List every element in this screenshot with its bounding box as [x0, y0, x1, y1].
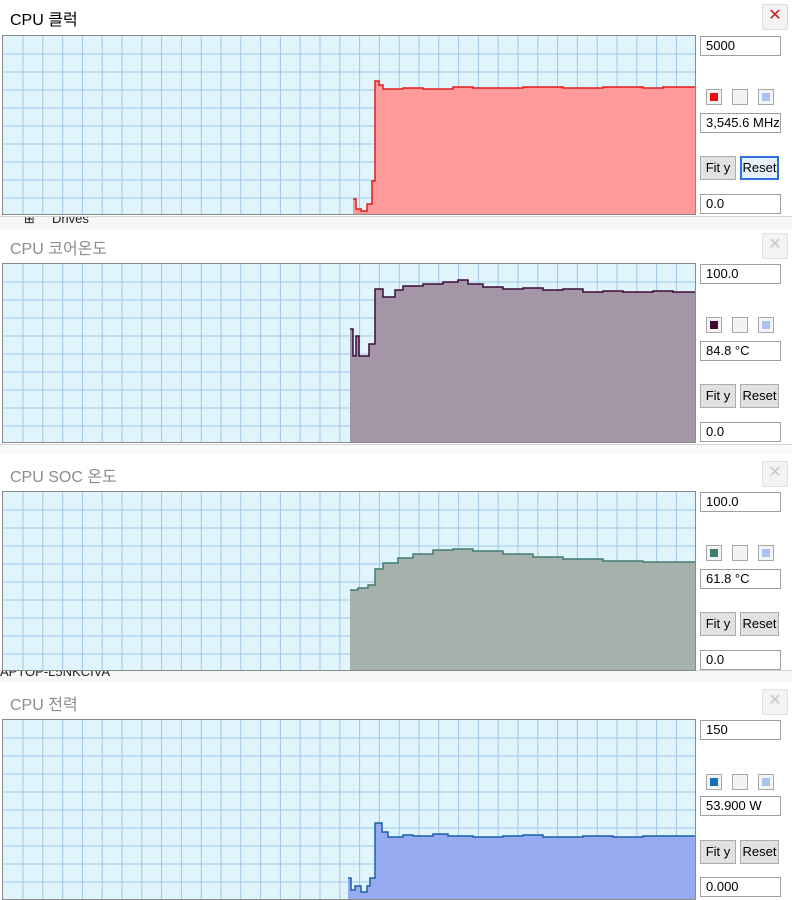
- panel-title: CPU 클럭: [10, 12, 78, 29]
- background-color-swatch[interactable]: [758, 89, 774, 105]
- current-value-field[interactable]: 61.8 °C: [700, 569, 781, 589]
- series-color-swatch[interactable]: [706, 89, 722, 105]
- min-value-field[interactable]: 0.0: [700, 650, 781, 670]
- fill-color-swatch[interactable]: [732, 89, 748, 105]
- panel-title: CPU 전력: [10, 697, 78, 714]
- background-tree-strip: ⊞ Drives: [0, 216, 792, 230]
- close-icon[interactable]: ✕: [762, 689, 788, 715]
- drives-tree-label: Drives: [52, 216, 89, 226]
- series-color-swatch[interactable]: [706, 545, 722, 561]
- max-value-field[interactable]: 150: [700, 720, 781, 740]
- min-value-field[interactable]: 0.0: [700, 194, 781, 214]
- close-icon[interactable]: ✕: [762, 4, 788, 30]
- current-value-field[interactable]: 53.900 W: [700, 796, 781, 816]
- close-icon[interactable]: ✕: [762, 233, 788, 259]
- cpu-power-panel: CPU 전력 ✕ 150 53.900 W Fit y Reset 0.000: [0, 685, 792, 900]
- graph-svg: [3, 264, 695, 442]
- panel-title: CPU 코어온도: [10, 241, 108, 258]
- panel-titlebar[interactable]: CPU SOC 온도 ✕: [0, 457, 792, 489]
- series-color-swatch[interactable]: [706, 774, 722, 790]
- reset-button[interactable]: Reset: [740, 156, 779, 180]
- cpu-soc-temp-panel: CPU SOC 온도 ✕ 100.0 61.8 °C Fit y Reset 0…: [0, 457, 792, 671]
- panel-titlebar[interactable]: CPU 코어온도 ✕: [0, 229, 792, 261]
- current-value-field[interactable]: 84.8 °C: [700, 341, 781, 361]
- fill-color-swatch[interactable]: [732, 774, 748, 790]
- min-value-field[interactable]: 0.0: [700, 422, 781, 442]
- graph-svg: [3, 36, 695, 214]
- graph-svg: [3, 720, 695, 899]
- max-value-field[interactable]: 100.0: [700, 264, 781, 284]
- background-color-swatch[interactable]: [758, 545, 774, 561]
- fit-y-button[interactable]: Fit y: [700, 384, 736, 408]
- reset-button[interactable]: Reset: [740, 384, 779, 408]
- graph-area: [2, 719, 696, 900]
- series-area: [348, 823, 695, 899]
- background-color-swatch[interactable]: [758, 774, 774, 790]
- fill-color-swatch[interactable]: [732, 317, 748, 333]
- max-value-field[interactable]: 100.0: [700, 492, 781, 512]
- panel-titlebar[interactable]: CPU 클럭 ✕: [0, 0, 792, 32]
- min-value-field[interactable]: 0.000: [700, 877, 781, 897]
- graph-svg: [3, 492, 695, 670]
- fit-y-button[interactable]: Fit y: [700, 156, 736, 180]
- fit-y-button[interactable]: Fit y: [700, 612, 736, 636]
- graph-area: [2, 491, 696, 671]
- panel-title: CPU SOC 온도: [10, 469, 117, 486]
- panel-titlebar[interactable]: CPU 전력 ✕: [0, 685, 792, 717]
- max-value-field[interactable]: 5000: [700, 36, 781, 56]
- background-computer-strip: APTOP-L5NKCIVA: [0, 670, 792, 682]
- fit-y-button[interactable]: Fit y: [700, 840, 736, 864]
- reset-button[interactable]: Reset: [740, 840, 779, 864]
- close-icon[interactable]: ✕: [762, 461, 788, 487]
- background-strip-2: [0, 444, 792, 454]
- graph-area: [2, 263, 696, 443]
- series-area: [353, 81, 695, 214]
- graph-area: [2, 35, 696, 215]
- series-color-swatch[interactable]: [706, 317, 722, 333]
- series-area: [350, 280, 695, 442]
- reset-button[interactable]: Reset: [740, 612, 779, 636]
- cpu-core-temp-panel: CPU 코어온도 ✕ 100.0 84.8 °C Fit y Reset 0.0: [0, 229, 792, 445]
- fill-color-swatch[interactable]: [732, 545, 748, 561]
- computer-name-label: APTOP-L5NKCIVA: [0, 670, 111, 679]
- tree-expander-icon: ⊞: [24, 216, 35, 226]
- series-area: [350, 549, 695, 670]
- background-color-swatch[interactable]: [758, 317, 774, 333]
- cpu-clock-panel: CPU 클럭 ✕ 5000 3,545.6 MHz Fit y Reset 0.…: [0, 0, 792, 217]
- current-value-field[interactable]: 3,545.6 MHz: [700, 113, 781, 133]
